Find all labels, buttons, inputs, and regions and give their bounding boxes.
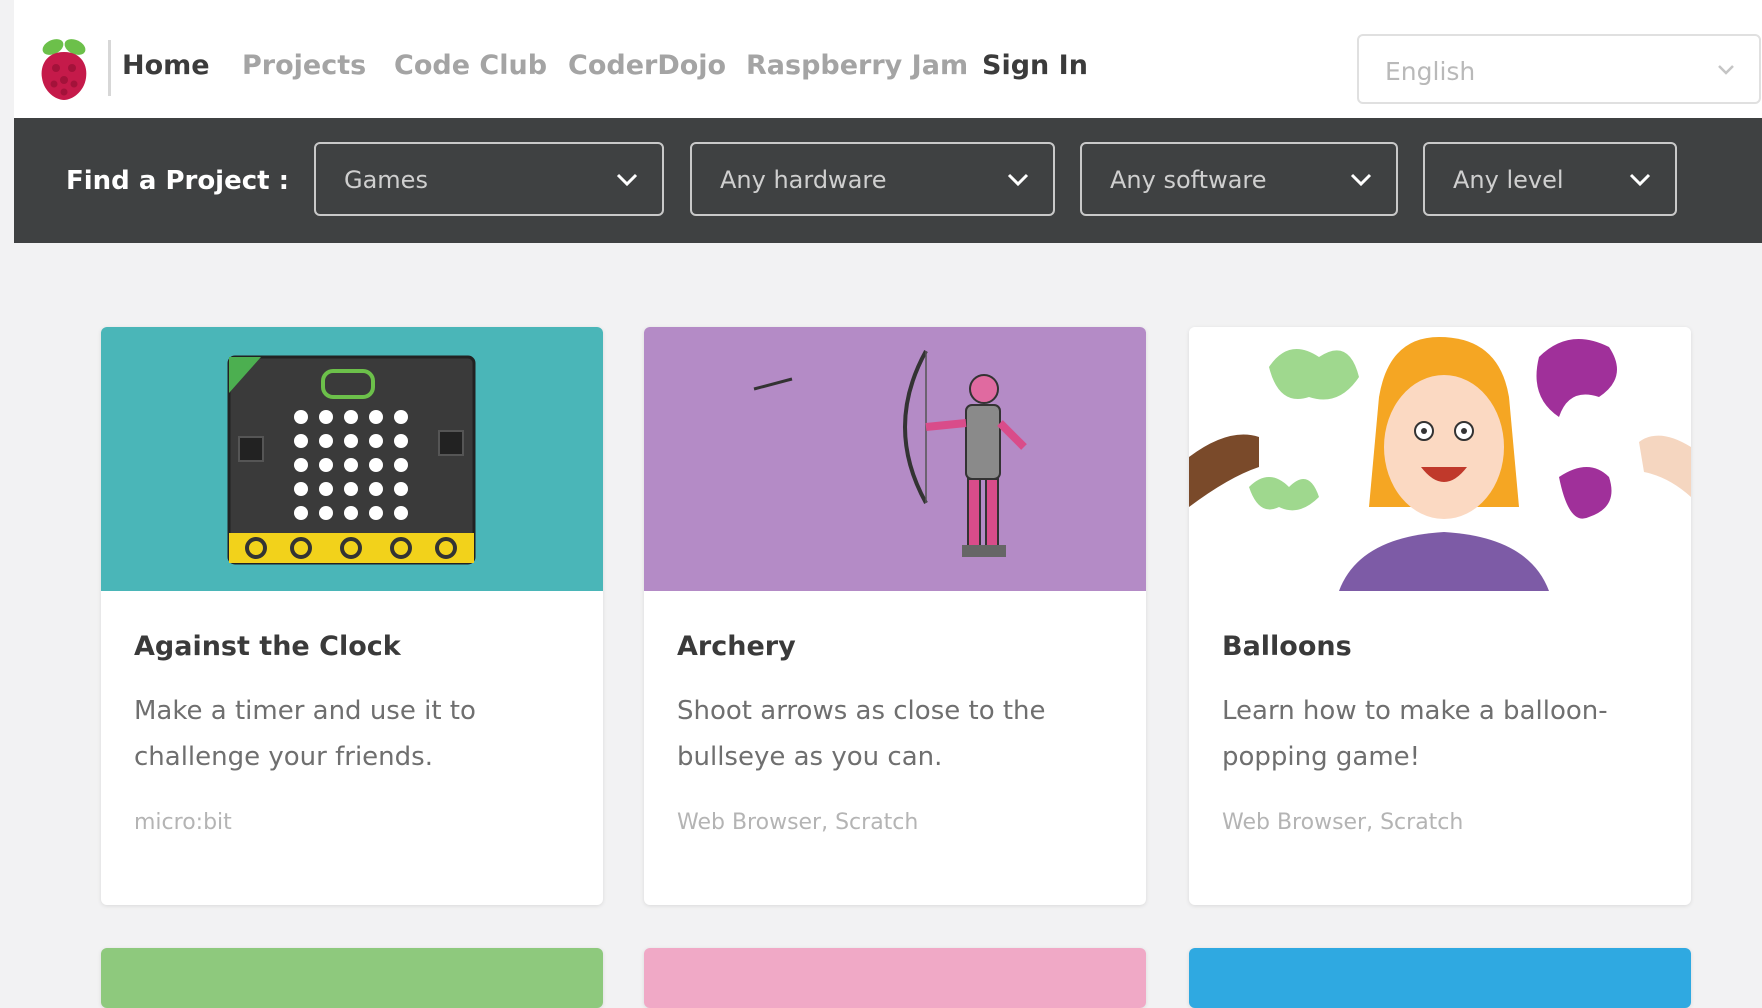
project-card-title[interactable]: Against the Clock	[134, 631, 570, 662]
logo-divider	[108, 40, 111, 96]
chevron-down-icon	[1718, 65, 1734, 75]
project-card-title[interactable]: Balloons	[1222, 631, 1658, 662]
chevron-down-icon	[1350, 173, 1372, 187]
chevron-down-icon	[616, 173, 638, 187]
level-select-value: Any level	[1453, 166, 1564, 194]
category-select-value: Games	[344, 166, 428, 194]
hardware-select[interactable]: Any hardware	[690, 142, 1055, 216]
nav-projects[interactable]: Projects	[242, 50, 366, 81]
nav-home[interactable]: Home	[122, 50, 210, 81]
filter-label: Find a Project :	[66, 166, 290, 196]
project-card-title[interactable]: Archery	[677, 631, 1113, 662]
project-card-archery[interactable]: Archery Shoot arrows as close to the bul…	[644, 327, 1146, 905]
microbit-illustration	[227, 355, 476, 565]
top-navigation: Home Projects Code Club CoderDojo Raspbe…	[14, 0, 1762, 118]
archer-illustration	[753, 350, 1027, 557]
raspberry-pi-logo[interactable]	[34, 36, 94, 102]
software-select[interactable]: Any software	[1080, 142, 1398, 216]
project-card-image	[1189, 327, 1691, 591]
project-filter-bar: Find a Project : Games Any hardware Any …	[14, 118, 1762, 243]
project-card-description: Shoot arrows as close to the bullseye as…	[677, 696, 1046, 772]
project-card-partial[interactable]	[644, 948, 1146, 1008]
language-select-value: English	[1385, 57, 1476, 86]
nav-coderdojo[interactable]: CoderDojo	[568, 50, 726, 81]
category-select[interactable]: Games	[314, 142, 664, 216]
project-card-tags: Web Browser, Scratch	[677, 810, 919, 835]
nav-code-club[interactable]: Code Club	[394, 50, 547, 81]
chevron-down-icon	[1629, 173, 1651, 187]
project-card-balloons[interactable]: Balloons Learn how to make a balloon-pop…	[1189, 327, 1691, 905]
language-select[interactable]: English	[1357, 34, 1761, 104]
chevron-down-icon	[1007, 173, 1029, 187]
project-card-partial[interactable]	[1189, 948, 1691, 1008]
nav-raspberry-jam[interactable]: Raspberry Jam	[746, 50, 968, 81]
level-select[interactable]: Any level	[1423, 142, 1677, 216]
project-card-against-the-clock[interactable]: Against the Clock Make a timer and use i…	[101, 327, 603, 905]
project-card-image	[101, 327, 603, 591]
sign-in-link[interactable]: Sign In	[982, 50, 1088, 81]
project-card-description: Make a timer and use it to challenge you…	[134, 696, 476, 772]
project-card-partial[interactable]	[101, 948, 603, 1008]
project-card-tags: micro:bit	[134, 810, 232, 835]
project-card-image	[644, 327, 1146, 591]
project-card-tags: Web Browser, Scratch	[1222, 810, 1464, 835]
project-card-description: Learn how to make a balloon-popping game…	[1222, 696, 1608, 772]
balloons-illustration	[1189, 337, 1691, 591]
hardware-select-value: Any hardware	[720, 166, 887, 194]
software-select-value: Any software	[1110, 166, 1267, 194]
